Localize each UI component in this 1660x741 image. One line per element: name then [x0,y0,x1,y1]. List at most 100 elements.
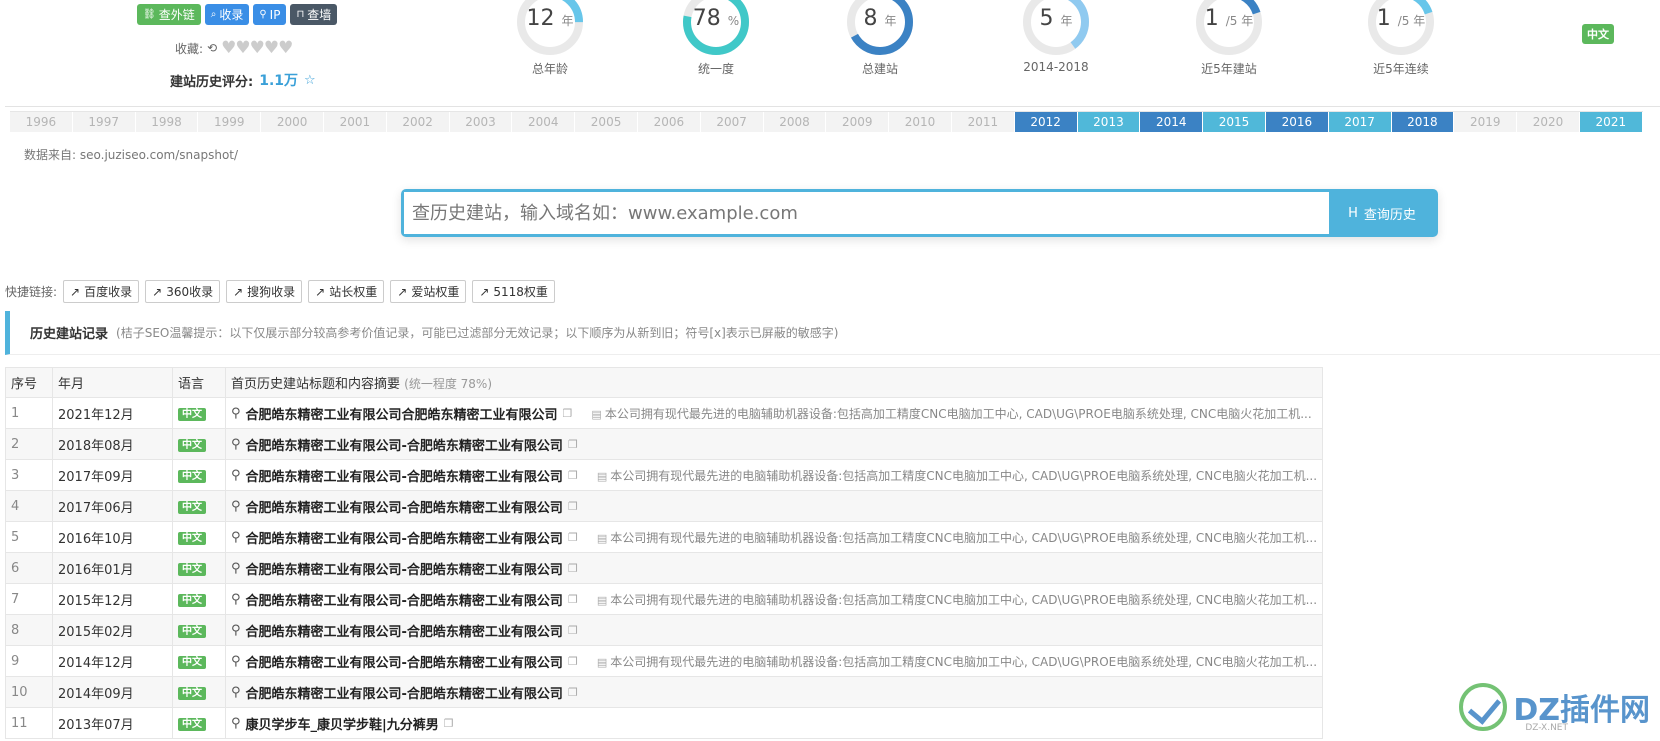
quick-link-button[interactable]: ↗ 百度收录 [63,280,140,303]
gauge-label: 总建站 [861,62,898,76]
year-cell[interactable]: 1998 [135,112,199,132]
year-cell[interactable]: 2019 [1454,112,1518,132]
site-title[interactable]: 合肥皓东精密工业有限公司-合肥皓东精密工业有限公司 [246,652,563,671]
site-title[interactable]: 合肥皓东精密工业有限公司合肥皓东精密工业有限公司 [246,404,558,423]
year-cell[interactable]: 2017 [1328,112,1392,132]
copy-icon[interactable]: ❐ [568,438,578,451]
row-title-cell: ⚲ 合肥皓东精密工业有限公司-合肥皓东精密工业有限公司 ❐ [224,490,1324,522]
copy-icon[interactable]: ❐ [444,717,454,730]
quick-link-button[interactable]: ↗ 爱站权重 [390,280,467,303]
table-row: 4 2017年06月 中文 ⚲ 合肥皓东精密工业有限公司-合肥皓东精密工业有限公司 ❐ [5,490,1324,522]
site-title[interactable]: 合肥皓东精密工业有限公司-合肥皓东精密工业有限公司 [246,528,563,547]
quick-link-button[interactable]: ↗ 360收录 [145,280,221,303]
tag-button[interactable]: ⚲ IP [253,4,287,25]
tag-button[interactable]: ⌕ 收录 [204,4,250,25]
link-icon[interactable]: ⚲ [231,468,241,483]
search-icon: ⌕ [210,9,217,20]
year-cell[interactable]: 2004 [512,112,576,132]
year-cell[interactable]: 2021 [1579,112,1643,132]
year-cell[interactable]: 2003 [449,112,513,132]
tag-button-label: 收录 [219,8,244,22]
link-icon[interactable]: ⚲ [231,499,241,514]
site-title[interactable]: 合肥皓东精密工业有限公司-合肥皓东精密工业有限公司 [246,559,563,578]
year-cell[interactable]: 2010 [889,112,952,132]
copy-icon[interactable]: ❐ [568,562,578,575]
query-history-button[interactable]: H 查询历史 [1329,192,1435,234]
copy-icon[interactable]: ❐ [563,407,573,420]
row-title-cell: ⚲ 合肥皓东精密工业有限公司-合肥皓东精密工业有限公司 ❐ [224,428,1324,460]
link-icon[interactable]: ⚲ [231,437,241,452]
query-history-label: 查询历史 [1363,207,1416,223]
row-index: 6 [5,552,53,584]
year-cell[interactable]: 1999 [198,112,262,132]
year-cell[interactable]: 2015 [1203,112,1266,132]
link-icon[interactable]: ⚲ [231,592,241,607]
link-icon[interactable]: ⚲ [231,685,241,700]
copy-icon[interactable]: ❐ [568,655,578,668]
link-icon[interactable]: ⚲ [231,623,241,638]
summary-text: 本公司拥有现代最先进的电脑辅助机器设备:包括高加工精度CNC电脑加工中心, CA… [610,530,1318,545]
link-icon[interactable]: ⚲ [231,654,241,669]
favorite-hearts[interactable]: ♥♥♥♥♥ [221,38,293,58]
year-cell[interactable]: 2001 [323,112,387,132]
year-cell[interactable]: 2000 [261,112,324,132]
quick-link-button[interactable]: ↗ 搜狗收录 [226,280,303,303]
year-cell[interactable]: 1996 [10,112,73,132]
site-title[interactable]: 康贝学步车_康贝学步鞋|九分裤男 [246,714,439,733]
row-summary: ▤ 本公司拥有现代最先进的电脑辅助机器设备:包括高加工精度CNC电脑加工中心, C… [597,653,1317,670]
row-title-cell: ⚲ 合肥皓东精密工业有限公司合肥皓东精密工业有限公司 ❐ ▤ 本公司拥有现代最先进的电脑… [224,397,1324,429]
copy-icon[interactable]: ❐ [568,686,578,699]
copy-icon[interactable]: ❐ [568,593,578,606]
quick-links-label: 快捷链接: [5,285,58,299]
year-cell[interactable]: 2020 [1517,112,1580,132]
gauge-value: 1 /5 年 [1164,6,1294,31]
year-cell[interactable]: 2006 [637,112,701,132]
year-cell[interactable]: 2007 [700,112,764,132]
watermark-sub: DZ-X.NET [1525,723,1568,733]
year-cell[interactable]: 2008 [763,112,827,132]
tag-button[interactable]: ⊓ 查墙 [290,4,338,25]
header-date: 年月 [52,367,173,398]
link-icon[interactable]: ⚲ [231,561,241,576]
tag-button[interactable]: ⛓ 查外链 [137,4,201,25]
year-cell[interactable]: 1997 [72,112,136,132]
gauge-unit: /5 年 [1397,14,1426,28]
year-cell[interactable]: 2013 [1077,112,1141,132]
summary-text: 本公司拥有现代最先进的电脑辅助机器设备:包括高加工精度CNC电脑加工中心, CA… [610,654,1318,669]
site-title[interactable]: 合肥皓东精密工业有限公司-合肥皓东精密工业有限公司 [246,466,563,485]
year-cell[interactable]: 2009 [826,112,890,132]
year-cell[interactable]: 2014 [1140,112,1204,132]
language-badge: 中文 [178,563,206,576]
year-cell[interactable]: 2011 [951,112,1015,132]
gauge: 78 % 统一度 [651,0,781,77]
site-title[interactable]: 合肥皓东精密工业有限公司-合肥皓东精密工业有限公司 [246,497,563,516]
row-index: 4 [5,490,53,522]
copy-icon[interactable]: ❐ [568,531,578,544]
star-icon[interactable]: ☆ [304,73,316,88]
site-title[interactable]: 合肥皓东精密工业有限公司-合肥皓东精密工业有限公司 [246,590,563,609]
copy-icon[interactable]: ❐ [568,624,578,637]
history-table: 序号 年月 语言 首页历史建站标题和内容摘要 (统一程度 78%) 1 2021年… [5,367,1324,739]
copy-icon[interactable]: ❐ [568,500,578,513]
year-timeline: 1996 1997 1998 1999 2000 2001 2002 2003 2004 2005… [10,111,1643,132]
copy-icon[interactable]: ❐ [568,469,578,482]
link-icon[interactable]: ⚲ [231,406,241,421]
quick-link-button[interactable]: ↗ 5118权重 [472,280,555,303]
refresh-icon[interactable]: ⟲ [207,41,217,55]
year-cell[interactable]: 2016 [1265,112,1329,132]
year-cell[interactable]: 2002 [386,112,450,132]
site-title[interactable]: 合肥皓东精密工业有限公司-合肥皓东精密工业有限公司 [246,435,563,454]
link-icon[interactable]: ⚲ [231,530,241,545]
row-title-cell: ⚲ 合肥皓东精密工业有限公司-合肥皓东精密工业有限公司 ❐ [224,676,1324,708]
link-icon[interactable]: ⚲ [231,716,241,731]
year-cell[interactable]: 2012 [1014,112,1078,132]
row-index: 1 [5,397,53,429]
quick-links: 快捷链接: ↗ 百度收录 ↗ 360收录 ↗ 搜狗收录 ↗ 站长权重 ↗ 爱站权重 ↗ 5118权重 [5,280,555,303]
year-cell[interactable]: 2005 [575,112,638,132]
quick-link-button[interactable]: ↗ 站长权重 [308,280,385,303]
language-badge: 中文 [178,501,206,514]
site-title[interactable]: 合肥皓东精密工业有限公司-合肥皓东精密工业有限公司 [246,621,563,640]
year-cell[interactable]: 2018 [1391,112,1455,132]
domain-search-input[interactable] [404,192,1329,234]
site-title[interactable]: 合肥皓东精密工业有限公司-合肥皓东精密工业有限公司 [246,683,563,702]
